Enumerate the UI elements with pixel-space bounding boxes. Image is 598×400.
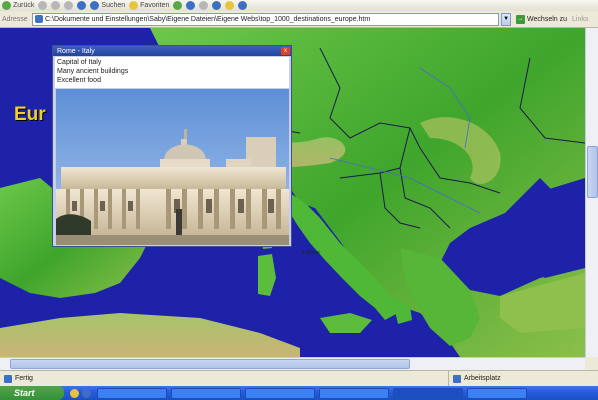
status-zone: Arbeitsplatz xyxy=(448,371,598,386)
vertical-scroll-thumb[interactable] xyxy=(587,146,598,198)
back-button[interactable]: Zurück xyxy=(2,1,34,10)
home-icon[interactable] xyxy=(77,1,87,10)
st-peters-basilica-photo xyxy=(56,89,289,245)
windows-taskbar: Start xyxy=(0,386,598,400)
taskbar-item-active[interactable] xyxy=(393,387,463,399)
history-icon[interactable] xyxy=(173,1,183,10)
address-url: C:\Dokumente und Einstellungen\Saby\Eige… xyxy=(45,15,371,23)
popup-close-button[interactable]: x xyxy=(281,47,290,55)
favorites-button[interactable]: Favoriten xyxy=(129,1,169,10)
taskbar-item[interactable] xyxy=(245,387,315,399)
go-arrow-icon: → xyxy=(516,14,526,24)
favorites-label: Favoriten xyxy=(140,2,170,9)
search-icon xyxy=(90,1,100,10)
address-dropdown-button[interactable]: ▼ xyxy=(501,12,512,26)
print-icon[interactable] xyxy=(199,1,209,10)
popup-description: Capital of Italy Many ancient buildings … xyxy=(55,57,289,88)
status-bar: Fertig Arbeitsplatz xyxy=(0,370,598,386)
destination-popup: Rome - Italy x Capital of Italy Many anc… xyxy=(52,45,292,247)
popup-line-3: Excellent food xyxy=(57,77,101,84)
status-zone-text: Arbeitsplatz xyxy=(464,375,501,382)
my-computer-icon xyxy=(453,374,461,383)
address-input[interactable]: C:\Dokumente und Einstellungen\Saby\Eige… xyxy=(32,12,500,26)
folder-icon[interactable] xyxy=(225,1,235,10)
map-title: Eur xyxy=(14,104,46,125)
status-text: Fertig xyxy=(15,375,33,382)
taskbar-item[interactable] xyxy=(171,387,241,399)
taskbar-item[interactable] xyxy=(97,387,167,399)
forward-arrow-icon[interactable] xyxy=(38,1,48,10)
links-button[interactable]: Links xyxy=(572,16,596,23)
refresh-icon[interactable] xyxy=(64,1,74,10)
taskbar-item[interactable] xyxy=(319,387,389,399)
go-label: Wechseln zu xyxy=(527,15,567,23)
popup-line-1: Capital of Italy xyxy=(57,59,102,66)
address-label: Adresse xyxy=(2,15,28,23)
browser-toolbar: Zurück Suchen Favoriten xyxy=(0,0,598,11)
start-label: Start xyxy=(14,388,35,398)
quicklaunch-ie-icon[interactable] xyxy=(82,388,91,398)
back-arrow-icon xyxy=(2,1,11,10)
city-label-rome[interactable]: ● Rome xyxy=(302,250,320,256)
popup-title: Rome - Italy xyxy=(57,47,95,55)
back-label: Zurück xyxy=(13,2,35,9)
search-button[interactable]: Suchen xyxy=(90,1,125,10)
start-button[interactable]: Start xyxy=(0,386,64,400)
close-icon: x xyxy=(284,48,287,54)
favorites-star-icon xyxy=(129,1,139,10)
go-button[interactable]: → Wechseln zu xyxy=(513,14,570,24)
popup-line-2: Many ancient buildings xyxy=(57,68,129,75)
horizontal-scroll-thumb[interactable] xyxy=(10,359,410,369)
messenger-icon[interactable] xyxy=(238,1,248,10)
search-label: Suchen xyxy=(101,2,126,9)
page-done-icon xyxy=(4,374,12,383)
page-viewport: Eur ● Rome Rome - Italy x Capital of Ita… xyxy=(0,28,585,357)
city-label-rome-text: Rome xyxy=(306,250,320,256)
quicklaunch-explorer-icon[interactable] xyxy=(70,388,79,398)
address-bar: Adresse C:\Dokumente und Einstellungen\S… xyxy=(0,11,598,28)
page-icon xyxy=(35,15,43,23)
mail-icon[interactable] xyxy=(186,1,196,10)
horizontal-scrollbar[interactable] xyxy=(0,357,585,370)
vertical-scrollbar[interactable] xyxy=(585,28,598,357)
taskbar-item[interactable] xyxy=(467,387,527,399)
edit-icon[interactable] xyxy=(212,1,222,10)
popup-titlebar[interactable]: Rome - Italy x xyxy=(53,46,291,56)
status-left: Fertig xyxy=(0,374,448,383)
stop-icon[interactable] xyxy=(51,1,61,10)
